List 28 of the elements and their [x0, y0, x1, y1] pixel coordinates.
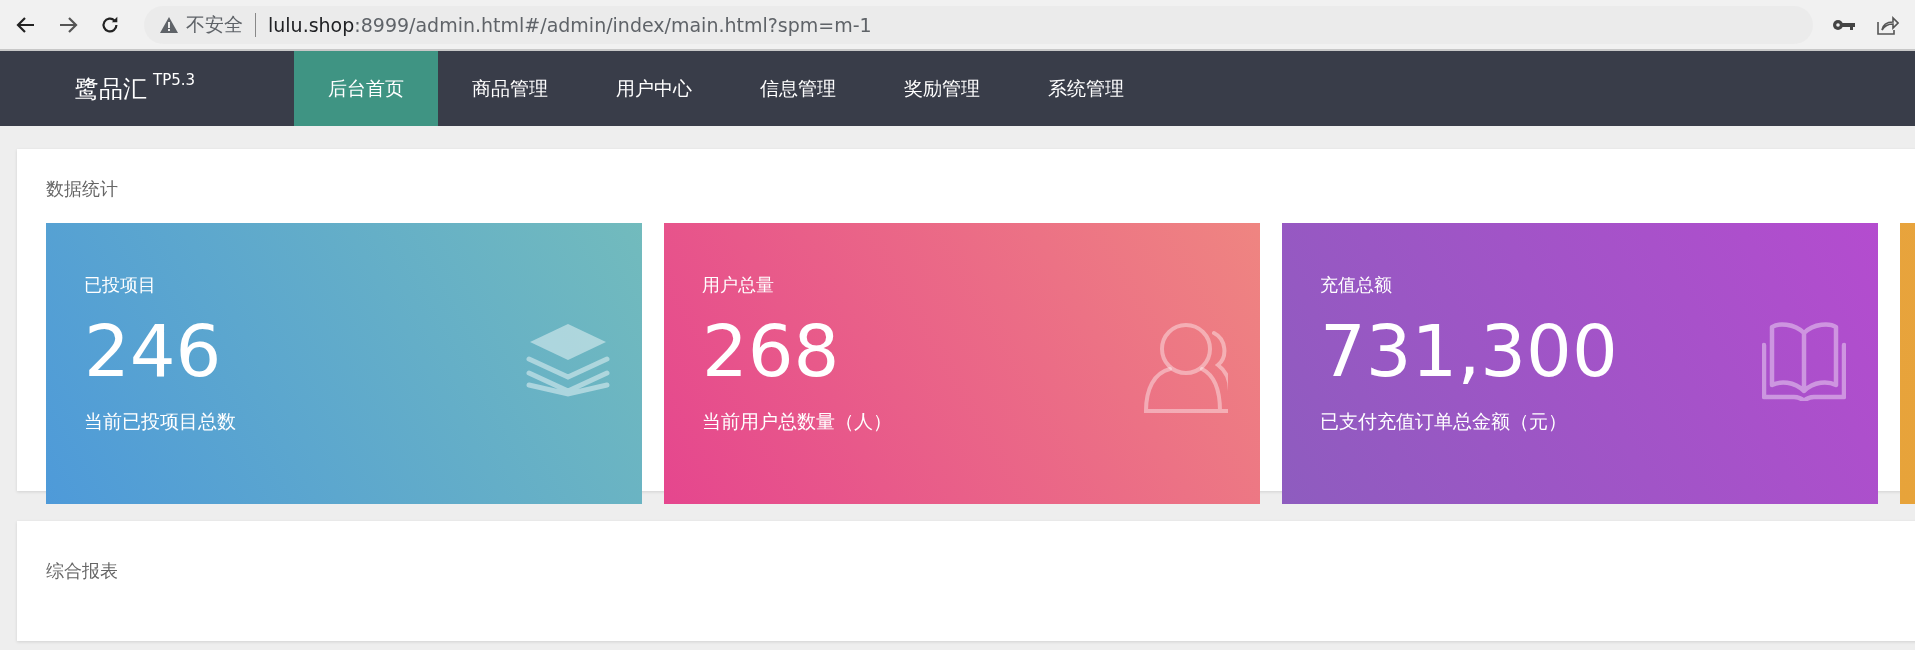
nav-tab[interactable]: 商品管理 [438, 51, 582, 126]
key-icon[interactable] [1833, 17, 1855, 32]
warning-icon [160, 16, 178, 33]
stat-value: 268 [702, 315, 840, 387]
book-icon [1762, 321, 1846, 401]
nav-tab[interactable]: 用户中心 [582, 51, 726, 126]
section-title: 综合报表 [46, 559, 118, 583]
stat-caption: 当前已投项目总数 [84, 409, 236, 434]
security-label[interactable]: 不安全 [186, 11, 243, 38]
users-icon [1144, 321, 1228, 415]
stat-value: 246 [84, 315, 222, 387]
stat-label: 已投项目 [84, 273, 156, 297]
url-text[interactable]: lulu.shop:8999/admin.html#/admin/index/main.html?spm=m-1 [268, 13, 872, 36]
share-icon[interactable] [1877, 14, 1899, 35]
layers-icon [526, 321, 610, 397]
section-title: 数据统计 [46, 177, 118, 201]
version-label: TP5.3 [153, 71, 196, 89]
nav-tab[interactable]: 奖励管理 [870, 51, 1014, 126]
stat-label: 用户总量 [702, 273, 774, 297]
nav-tab[interactable]: 信息管理 [726, 51, 870, 126]
stat-label: 充值总额 [1320, 273, 1392, 297]
stat-value: 731,300 [1320, 315, 1618, 387]
nav-tab[interactable]: 后台首页 [294, 51, 438, 126]
stat-caption: 已支付充值订单总金额（元） [1320, 409, 1567, 434]
address-bar[interactable]: 不安全 lulu.shop:8999/admin.html#/admin/index/main.html?spm=m-1 [144, 5, 1813, 44]
stat-caption: 当前用户总数量（人） [702, 409, 892, 434]
logo-text: 鹭品汇 [75, 74, 147, 105]
nav-tab[interactable]: 系统管理 [1014, 51, 1158, 126]
